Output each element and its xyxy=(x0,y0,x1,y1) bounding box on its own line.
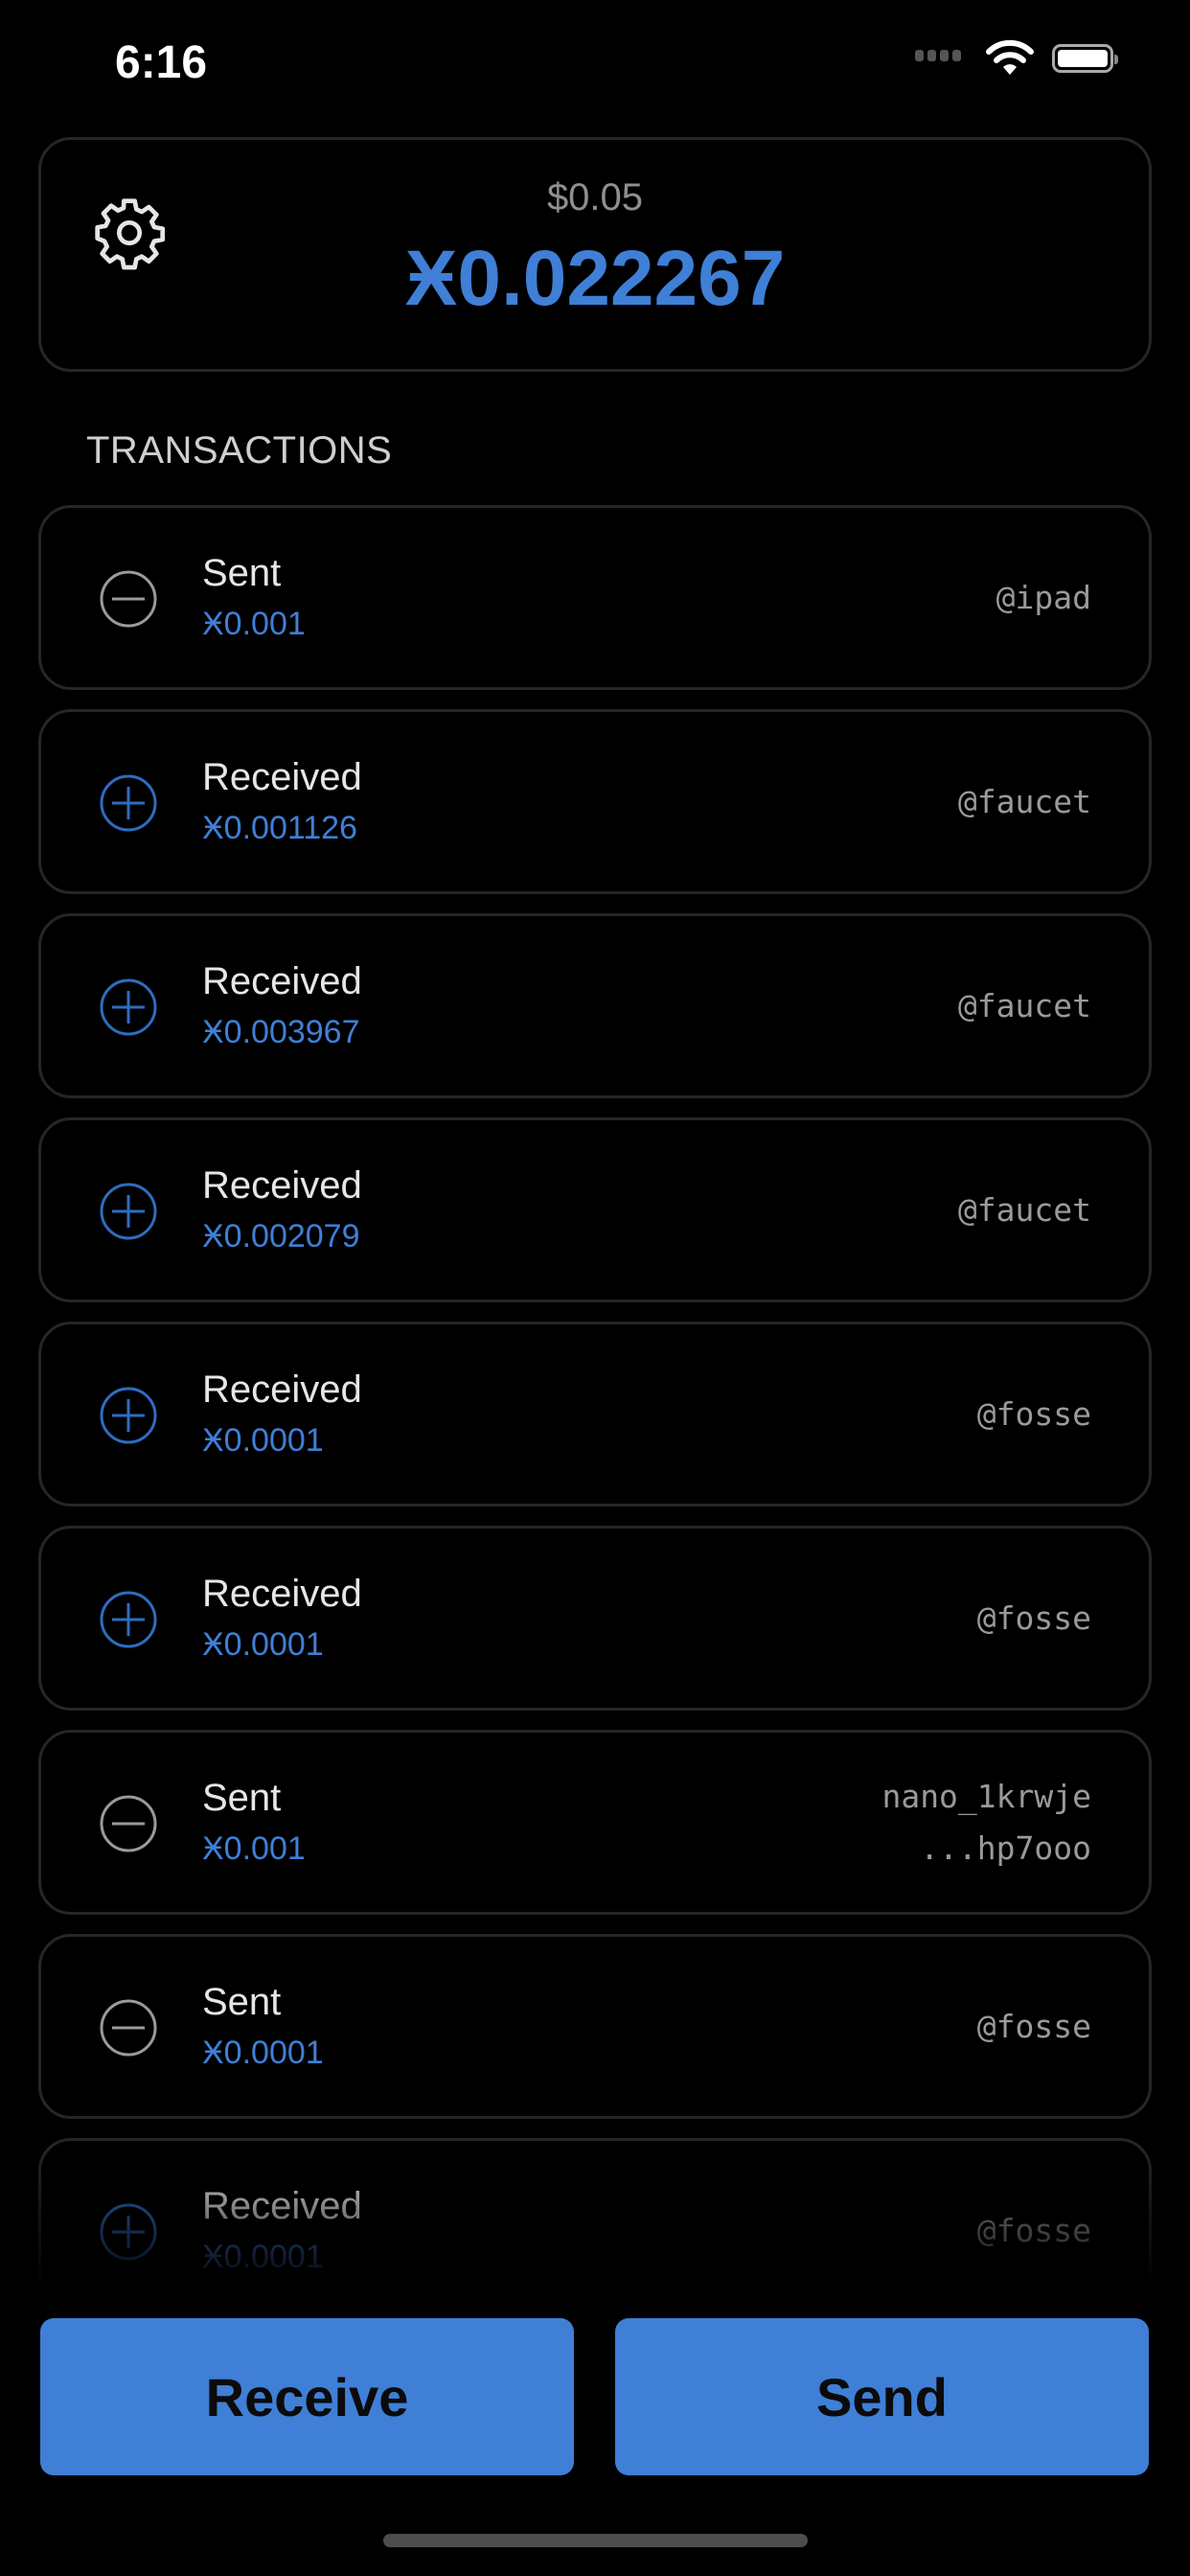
transaction-row[interactable]: Received Ӿ0.001126 @faucet xyxy=(38,709,1152,894)
transaction-amount: Ӿ0.001126 xyxy=(202,810,357,846)
transaction-peer: nano_1krwje ...hp7ooo xyxy=(881,1733,1091,1912)
peer-line: @ipad xyxy=(995,578,1091,616)
peer-line: @fosse xyxy=(976,1598,1091,1637)
transaction-row[interactable]: Sent Ӿ0.0001 @fosse xyxy=(38,1934,1152,2119)
peer-line: nano_1krwje xyxy=(881,1777,1091,1815)
transaction-type: Received xyxy=(202,2185,362,2227)
peer-line: @faucet xyxy=(957,782,1091,820)
minus-circle-icon xyxy=(100,1795,157,1852)
home-indicator[interactable] xyxy=(383,2534,808,2547)
transaction-amount: Ӿ0.0001 xyxy=(202,2239,324,2275)
transaction-peer: @faucet xyxy=(958,916,1091,1095)
battery-icon xyxy=(1052,44,1118,73)
cellular-signal-icon xyxy=(915,50,961,61)
transaction-type: Received xyxy=(202,1164,362,1207)
fiat-balance: $0.05 xyxy=(546,176,644,218)
transaction-type: Received xyxy=(202,960,362,1002)
balance-card: $0.05 Ӿ0.022267 xyxy=(38,137,1152,372)
transaction-peer: @fosse xyxy=(977,2141,1091,2290)
transaction-row[interactable]: Received Ӿ0.002079 @faucet xyxy=(38,1117,1152,1302)
status-time: 6:16 xyxy=(115,37,208,88)
transaction-peer: @fosse xyxy=(977,1937,1091,2116)
transaction-amount: Ӿ0.001 xyxy=(202,1830,306,1867)
transaction-amount: Ӿ0.003967 xyxy=(202,1014,360,1050)
transaction-row[interactable]: Sent Ӿ0.001 @ipad xyxy=(38,505,1152,690)
receive-button[interactable]: Receive xyxy=(40,2318,574,2475)
transaction-type: Sent xyxy=(202,1777,282,1819)
peer-line: ...hp7ooo xyxy=(920,1828,1091,1867)
peer-line: @fosse xyxy=(976,2211,1091,2249)
transactions-heading: TRANSACTIONS xyxy=(86,429,393,472)
transaction-row[interactable]: Received Ӿ0.0001 @fosse xyxy=(38,1322,1152,1506)
peer-line: @faucet xyxy=(957,986,1091,1024)
plus-circle-icon xyxy=(100,1183,157,1240)
minus-circle-icon xyxy=(100,1999,157,2057)
transaction-peer: @faucet xyxy=(958,1120,1091,1300)
transaction-list[interactable]: Sent Ӿ0.001 @ipad Received Ӿ0.001126 @fa… xyxy=(0,498,1190,2290)
plus-circle-icon xyxy=(100,978,157,1036)
transaction-type: Received xyxy=(202,1368,362,1411)
transaction-row[interactable]: Received Ӿ0.0001 @fosse xyxy=(38,2138,1152,2290)
status-bar: 6:16 xyxy=(0,0,1190,125)
transaction-type: Received xyxy=(202,756,362,798)
send-button[interactable]: Send xyxy=(615,2318,1149,2475)
transaction-row[interactable]: Received Ӿ0.0001 @fosse xyxy=(38,1526,1152,1711)
plus-circle-icon xyxy=(100,1387,157,1444)
transaction-type: Sent xyxy=(202,552,282,594)
transaction-type: Received xyxy=(202,1573,362,1615)
transaction-peer: @fosse xyxy=(977,1324,1091,1504)
transaction-amount: Ӿ0.0001 xyxy=(202,1422,324,1459)
transaction-peer: @ipad xyxy=(996,508,1091,687)
nano-balance: Ӿ0.022267 xyxy=(404,235,786,322)
wifi-icon xyxy=(986,39,1034,75)
transaction-amount: Ӿ0.0001 xyxy=(202,1626,324,1663)
transaction-row[interactable]: Sent Ӿ0.001 nano_1krwje ...hp7ooo xyxy=(38,1730,1152,1915)
peer-line: @faucet xyxy=(957,1190,1091,1229)
plus-circle-icon xyxy=(100,1591,157,1648)
transaction-amount: Ӿ0.0001 xyxy=(202,2035,324,2071)
plus-circle-icon xyxy=(100,774,157,832)
transaction-amount: Ӿ0.001 xyxy=(202,606,306,642)
transaction-amount: Ӿ0.002079 xyxy=(202,1218,360,1254)
peer-line: @fosse xyxy=(976,1394,1091,1433)
transaction-peer: @faucet xyxy=(958,712,1091,891)
transaction-type: Sent xyxy=(202,1981,282,2023)
peer-line: @fosse xyxy=(976,2007,1091,2045)
transaction-row[interactable]: Received Ӿ0.003967 @faucet xyxy=(38,913,1152,1098)
transaction-peer: @fosse xyxy=(977,1529,1091,1708)
plus-circle-icon xyxy=(100,2203,157,2261)
minus-circle-icon xyxy=(100,570,157,628)
